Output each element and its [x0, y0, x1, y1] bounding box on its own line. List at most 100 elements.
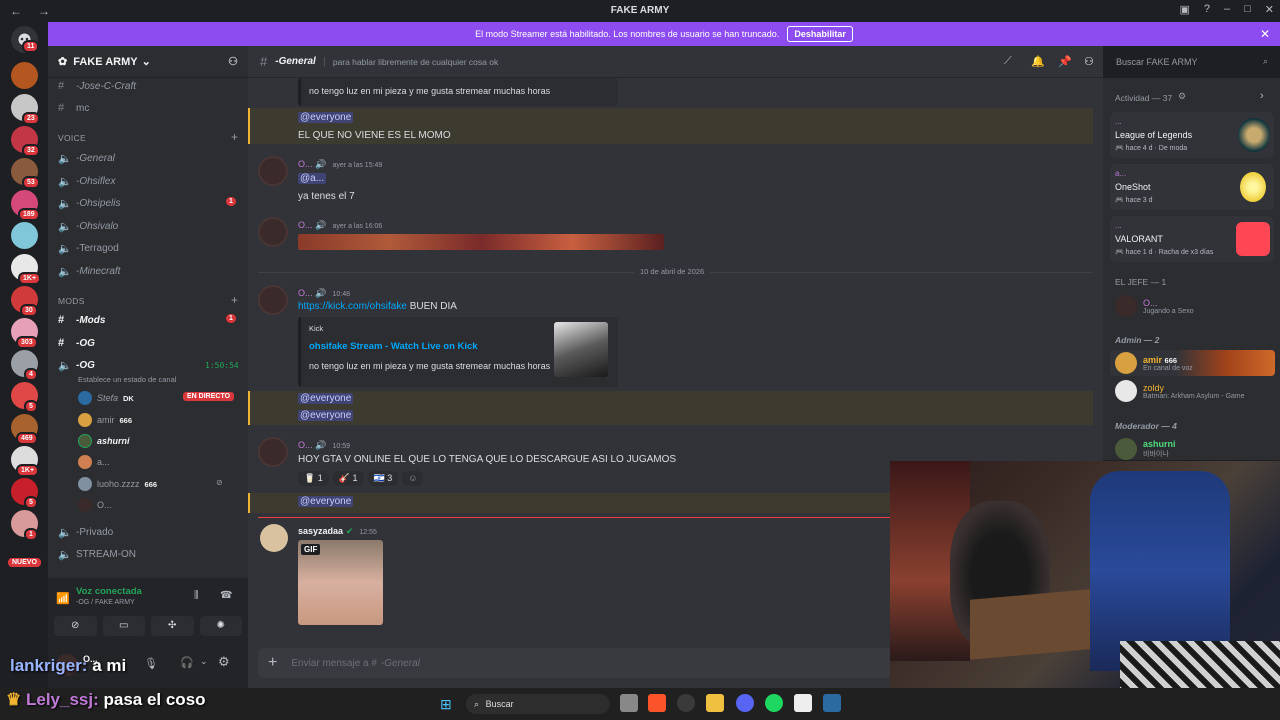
voice-channel-item[interactable]: 🔈 -Ohsivalo	[58, 220, 118, 233]
microphone-icon[interactable]: 🎙	[144, 657, 158, 670]
settings-gear-icon[interactable]: ⚙	[218, 654, 230, 670]
voice-user[interactable]: Stefa DK	[78, 391, 134, 405]
bell-icon[interactable]: 🔔	[1031, 55, 1045, 68]
reaction[interactable]: 🎸 1	[332, 471, 364, 486]
task-view-icon[interactable]	[620, 694, 638, 712]
voice-user[interactable]: ashurni	[78, 434, 130, 448]
disconnect-icon[interactable]: ☎	[220, 590, 232, 601]
user-name[interactable]: O...	[298, 440, 313, 450]
discord-icon[interactable]	[736, 694, 754, 712]
mention[interactable]: @everyone	[298, 393, 354, 404]
voice-status[interactable]: Voz conectada	[76, 586, 142, 597]
taskbar-search[interactable]: ⌕ Buscar	[466, 694, 610, 714]
soundboard-button[interactable]: ✺	[199, 616, 242, 636]
channel-item[interactable]: # mc	[58, 102, 89, 114]
windows-start-icon[interactable]: ⊞	[440, 696, 452, 713]
voice-channel-item[interactable]: 🔈 -Ohsipelis	[58, 197, 120, 210]
mention[interactable]: @a...	[298, 173, 327, 184]
activities-button[interactable]: ✣	[151, 616, 194, 636]
embed-thumbnail[interactable]	[554, 322, 608, 377]
member-item[interactable]: amir 666 En canal de voz	[1115, 352, 1193, 374]
voice-user[interactable]: amir 666	[78, 413, 132, 427]
activity-card[interactable]: ... VALORANT 🎮 hace 1 d · Racha de x3 dí…	[1110, 216, 1274, 262]
category-mods[interactable]: MODS	[58, 296, 85, 306]
avatar[interactable]	[258, 285, 288, 315]
help-icon[interactable]: ?	[1204, 3, 1210, 16]
voice-channel-path[interactable]: -OG / FAKE ARMY	[76, 599, 135, 606]
mention[interactable]: @everyone	[298, 112, 354, 123]
everyone-mention[interactable]: @everyone	[298, 410, 354, 421]
gif-attachment[interactable]: GIF	[298, 540, 383, 625]
file-explorer-icon[interactable]	[706, 694, 724, 712]
user-mention[interactable]: @a...	[298, 173, 327, 184]
everyone-mention[interactable]: @everyone	[298, 393, 354, 404]
add-reaction-icon[interactable]: ☺	[402, 471, 424, 486]
avatar[interactable]	[260, 524, 288, 552]
disable-streamer-button[interactable]: Deshabilitar	[787, 26, 853, 42]
avatar[interactable]	[258, 156, 288, 186]
avatar[interactable]	[258, 217, 288, 247]
mention[interactable]: @everyone	[298, 410, 354, 421]
member-item[interactable]: zoldy Batman: Arkham Asylum - Game	[1115, 380, 1245, 402]
everyone-mention[interactable]: @everyone	[298, 496, 354, 507]
add-attachment-icon[interactable]: +	[268, 654, 277, 672]
voice-channel-item-active[interactable]: 🔈 -OG	[58, 359, 95, 372]
noise-suppression-icon[interactable]: ⫼	[194, 590, 199, 601]
threads-icon[interactable]: ⟋	[1004, 55, 1012, 68]
member-item[interactable]: ashurni 비바이나	[1115, 438, 1176, 460]
reaction[interactable]: 🥛 1	[298, 471, 329, 486]
voice-channel-item[interactable]: 🔈 -Minecraft	[58, 265, 120, 278]
channel-item[interactable]: # -Jose-C-Craft	[58, 80, 136, 92]
embed-title[interactable]: ohsifake Stream - Watch Live on Kick	[309, 341, 478, 352]
camera-off-button[interactable]: ⊘	[54, 616, 97, 636]
avatar[interactable]	[258, 437, 288, 467]
channel-topic[interactable]: para hablar libremente de cualquier cosa…	[323, 56, 498, 67]
search-input[interactable]: Buscar FAKE ARMY ⌕	[1110, 53, 1274, 71]
inbox-icon[interactable]: ▣	[1179, 3, 1189, 16]
app-icon[interactable]	[823, 694, 841, 712]
close-window-icon[interactable]: ✕	[1265, 3, 1274, 16]
voice-user[interactable]: a...	[78, 455, 110, 469]
mention[interactable]: @everyone	[298, 496, 354, 507]
reaction[interactable]: 🇮🇱 3	[367, 471, 399, 486]
headphones-icon[interactable]: 🎧	[180, 656, 194, 669]
signal-icon[interactable]: 📶	[56, 592, 70, 605]
category-voice[interactable]: VOICE	[58, 133, 86, 143]
server-header[interactable]: ✿ FAKE ARMY ⌄ ⚇	[48, 46, 248, 78]
channel-item[interactable]: # -Mods	[58, 314, 105, 326]
spotify-icon[interactable]	[765, 694, 783, 712]
minimize-icon[interactable]: –	[1224, 3, 1230, 16]
voice-channel-item[interactable]: 🔈 -Ohsiflex	[58, 175, 115, 188]
maximize-icon[interactable]: □	[1244, 3, 1251, 16]
activity-card[interactable]: a... OneShot 🎮 hace 3 d	[1110, 164, 1274, 210]
close-banner-icon[interactable]: ✕	[1260, 27, 1270, 41]
voice-channel-item[interactable]: 🔈 -Terragod	[58, 242, 119, 255]
voice-channel-item[interactable]: 🔈 STREAM-ON	[58, 548, 136, 561]
chevron-right-icon[interactable]: ›	[1260, 90, 1264, 102]
brave-browser-icon[interactable]	[648, 694, 666, 712]
pin-icon[interactable]: 📌	[1058, 55, 1072, 68]
user-name[interactable]: sasyzadaa	[298, 526, 343, 536]
app-icon[interactable]	[794, 694, 812, 712]
voice-channel-item[interactable]: 🔈 -Privado	[58, 526, 113, 539]
member-item[interactable]: O... Jugando a Sexo	[1115, 295, 1194, 317]
add-channel-icon[interactable]: +	[231, 293, 238, 307]
user-name[interactable]: O...	[298, 159, 313, 169]
message-link[interactable]: https://kick.com/ohsifake	[298, 301, 407, 312]
server-icon[interactable]	[11, 222, 38, 249]
channel-item[interactable]: # -OG	[58, 337, 95, 349]
activity-card[interactable]: ... League of Legends 🎮 hace 4 d · De mo…	[1110, 112, 1274, 158]
image-attachment[interactable]	[298, 234, 664, 250]
user-name[interactable]: O...	[298, 220, 313, 230]
server-icon[interactable]	[11, 62, 38, 89]
chevron-down-icon[interactable]: ⌄	[200, 656, 208, 667]
user-name[interactable]: O...	[298, 288, 313, 298]
member-list-icon[interactable]: ⚇	[1084, 55, 1094, 68]
voice-user[interactable]: luoho.zzzz 666	[78, 477, 157, 491]
channel-status[interactable]: Establece un estado de canal	[78, 375, 176, 384]
message-input[interactable]: + Enviar mensaje a # -General	[258, 648, 893, 678]
everyone-mention[interactable]: @everyone	[298, 112, 354, 123]
voice-channel-item[interactable]: 🔈 -General	[58, 152, 115, 165]
screen-share-button[interactable]: ▭	[102, 616, 145, 636]
app-icon[interactable]	[677, 694, 695, 712]
